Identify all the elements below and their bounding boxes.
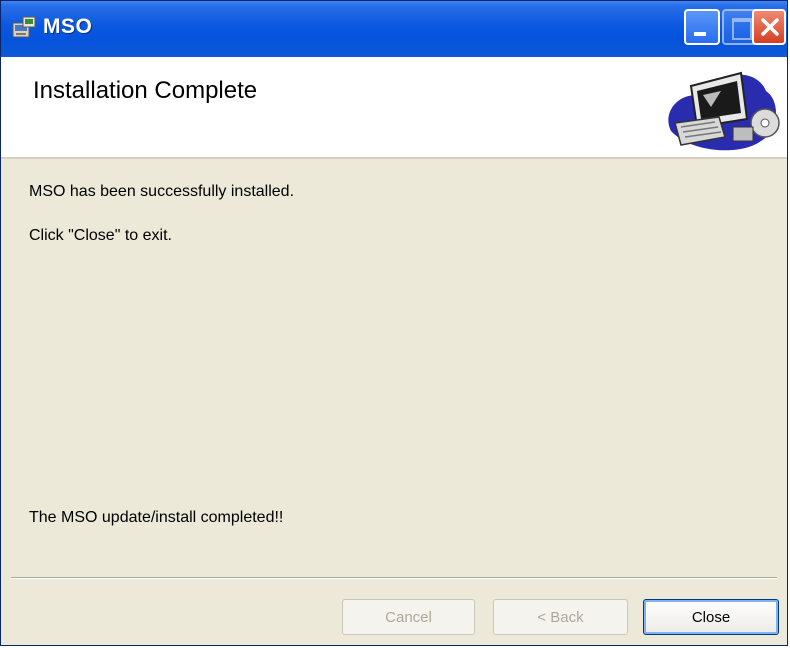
close-button[interactable]: Close	[643, 599, 779, 635]
installer-icon	[11, 15, 37, 41]
installer-window: MSO Installation Complete MSO has been s…	[0, 0, 788, 646]
back-button[interactable]: < Back	[493, 599, 628, 635]
close-window-button[interactable]	[752, 9, 786, 45]
close-instruction: Click "Close" to exit.	[29, 227, 172, 244]
close-icon	[761, 18, 779, 36]
page-title: Installation Complete	[33, 77, 258, 104]
header-banner: Installation Complete	[1, 57, 787, 159]
cancel-button[interactable]: Cancel	[342, 599, 475, 635]
computer-setup-icon	[668, 71, 780, 151]
window-title: MSO	[43, 15, 93, 38]
button-divider	[11, 577, 777, 579]
success-message: MSO has been successfully installed.	[29, 183, 295, 200]
title-bar[interactable]: MSO	[1, 1, 787, 57]
completion-message: The MSO update/install completed!!	[29, 509, 284, 526]
minimize-button[interactable]	[684, 9, 720, 45]
